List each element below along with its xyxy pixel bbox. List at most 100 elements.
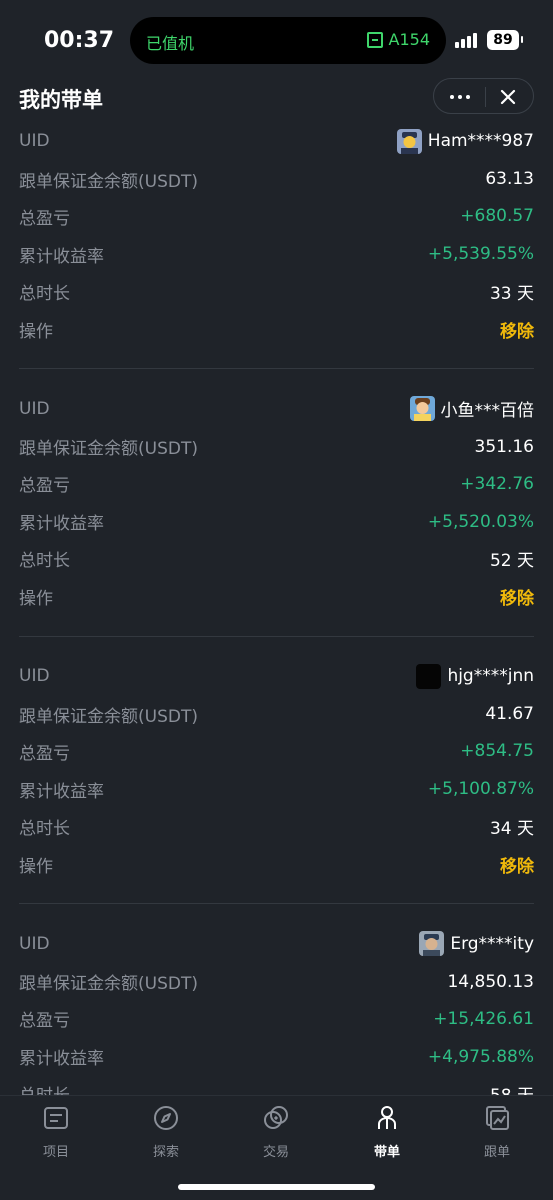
island-flight: A154	[366, 30, 430, 49]
status-bar: 00:37 已值机 A154 89	[0, 0, 553, 80]
margin-balance-label: 跟单保证金余额(USDT)	[19, 171, 198, 192]
duration-value: 33 天	[489, 283, 534, 304]
tab-label: 项目	[42, 1145, 69, 1160]
margin-balance-row: 跟单保证金余额(USDT) 63.13	[19, 164, 534, 194]
tab-explore[interactable]: 探索	[126, 1104, 206, 1160]
cumulative-return-label: 累计收益率	[19, 246, 104, 267]
duration-label: 总时长	[19, 551, 70, 571]
cumulative-return-label: 累计收益率	[19, 1049, 104, 1069]
cumulative-return-row: 累计收益率 +4,975.88%	[19, 1042, 534, 1072]
total-pnl-value: +854.75	[460, 741, 534, 761]
margin-balance-value: 41.67	[485, 704, 534, 724]
remove-button[interactable]: 移除	[500, 317, 534, 342]
cumulative-return-row: 累计收益率 +5,520.03%	[19, 507, 534, 537]
total-pnl-row: 总盈亏 +15,426.61	[19, 1004, 534, 1034]
margin-balance-row: 跟单保证金余额(USDT) 41.67	[19, 699, 534, 729]
tab-label: 探索	[152, 1145, 179, 1160]
avatar	[419, 931, 445, 956]
avatar	[409, 396, 435, 421]
uid-label: UID	[19, 666, 50, 686]
tab-trade[interactable]: 交易	[236, 1104, 316, 1160]
trader-list: UID Ham****987 跟单保证金余额(USDT) 63.13 总盈亏 +…	[0, 120, 553, 1190]
margin-balance-label: 跟单保证金余额(USDT)	[19, 974, 198, 994]
status-time: 00:37	[44, 28, 115, 53]
cumulative-return-value: +5,100.87%	[427, 779, 534, 799]
duration-label: 总时长	[19, 283, 70, 304]
home-indicator[interactable]	[178, 1184, 375, 1190]
avatar	[416, 663, 442, 689]
page-header: 我的带单	[0, 78, 553, 118]
miniapp-capsule	[433, 78, 534, 114]
uid-row: UID Erg****ity	[19, 929, 534, 959]
remove-button[interactable]: 移除	[500, 584, 534, 609]
duration-row: 总时长 52 天	[19, 544, 534, 574]
action-label: 操作	[19, 856, 53, 877]
total-pnl-value: +680.57	[460, 206, 534, 226]
margin-balance-label: 跟单保证金余额(USDT)	[19, 706, 198, 727]
tab-label: 带单	[373, 1145, 400, 1160]
tab-copy-trading[interactable]: 跟单	[457, 1104, 537, 1160]
remove-button[interactable]: 移除	[500, 852, 534, 877]
tab-label: 跟单	[483, 1145, 510, 1160]
island-checkin-text: 已值机	[146, 34, 195, 53]
uid-value: Ham****987	[427, 131, 534, 151]
uid-row: UID Ham****987	[19, 126, 534, 156]
close-icon[interactable]	[498, 87, 518, 107]
duration-value: 52 天	[489, 551, 534, 571]
duration-row: 总时长 33 天	[19, 276, 534, 306]
card-divider	[19, 368, 534, 369]
cumulative-return-value: +4,975.88%	[427, 1046, 534, 1067]
uid-value: Erg****ity	[450, 933, 534, 954]
action-row: 操作 移除	[19, 314, 534, 344]
duration-row: 总时长 34 天	[19, 811, 534, 841]
list-icon	[44, 1107, 68, 1129]
avatar	[396, 128, 422, 154]
total-pnl-label: 总盈亏	[19, 208, 70, 229]
signal-icon	[455, 33, 477, 48]
more-icon[interactable]	[448, 89, 472, 103]
cumulative-return-value: +5,520.03%	[427, 511, 534, 532]
uid-value-group[interactable]: Erg****ity	[419, 931, 534, 956]
total-pnl-value: +342.76	[460, 473, 534, 494]
trader-card: UID hjg****jnn 跟单保证金余额(USDT) 41.67 总盈亏 +…	[0, 655, 553, 923]
uid-value-group[interactable]: 小鱼***百倍	[409, 396, 535, 421]
margin-balance-value: 63.13	[485, 169, 534, 189]
tab-projects[interactable]: 项目	[16, 1104, 96, 1160]
margin-balance-label: 跟单保证金余额(USDT)	[19, 439, 198, 459]
gate-icon	[366, 31, 383, 48]
cumulative-return-row: 累计收益率 +5,539.55%	[19, 239, 534, 269]
uid-value-group[interactable]: hjg****jnn	[416, 663, 534, 689]
uid-value: hjg****jnn	[447, 666, 534, 686]
total-pnl-value: +15,426.61	[433, 1008, 534, 1029]
total-pnl-label: 总盈亏	[19, 476, 70, 496]
margin-balance-value: 351.16	[474, 436, 534, 457]
tab-lead-trading[interactable]: 带单	[347, 1104, 427, 1160]
capsule-divider	[485, 87, 486, 107]
cumulative-return-row: 累计收益率 +5,100.87%	[19, 774, 534, 804]
margin-balance-value: 14,850.13	[447, 971, 534, 992]
trader-card: UID Ham****987 跟单保证金余额(USDT) 63.13 总盈亏 +…	[0, 120, 553, 388]
battery-icon: 89	[487, 30, 523, 50]
tab-label: 交易	[262, 1145, 289, 1160]
uid-value-group[interactable]: Ham****987	[396, 128, 534, 154]
trader-card: UID 小鱼***百倍 跟单保证金余额(USDT) 351.16 总盈亏 +34…	[0, 388, 553, 656]
page-title: 我的带单	[19, 88, 103, 112]
person-icon	[378, 1106, 396, 1129]
card-divider	[19, 903, 534, 904]
total-pnl-row: 总盈亏 +342.76	[19, 469, 534, 499]
duration-value: 34 天	[489, 818, 534, 839]
uid-row: UID 小鱼***百倍	[19, 394, 534, 424]
duration-label: 总时长	[19, 818, 70, 839]
uid-label: UID	[19, 131, 50, 151]
exchange-icon	[264, 1106, 288, 1129]
dynamic-island[interactable]: 已值机 A154	[130, 17, 446, 64]
action-label: 操作	[19, 321, 53, 342]
cumulative-return-label: 累计收益率	[19, 514, 104, 534]
action-row: 操作 移除	[19, 849, 534, 879]
total-pnl-row: 总盈亏 +854.75	[19, 736, 534, 766]
margin-balance-row: 跟单保证金余额(USDT) 351.16	[19, 432, 534, 462]
uid-value: 小鱼***百倍	[440, 401, 535, 421]
uid-label: UID	[19, 933, 50, 954]
action-label: 操作	[19, 589, 53, 609]
island-flight-text: A154	[388, 30, 430, 49]
